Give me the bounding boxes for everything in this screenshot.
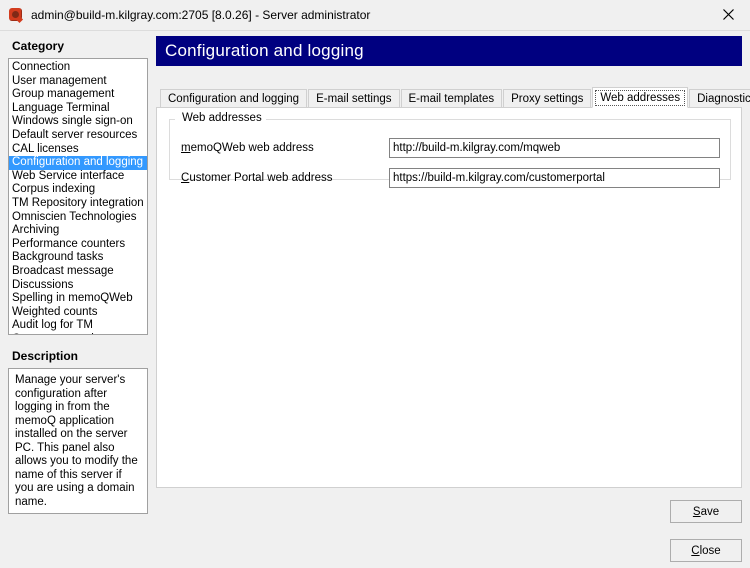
- customer-portal-address-row: Customer Portal web address: [181, 167, 720, 188]
- category-panel: Category ConnectionUser managementGroup …: [8, 39, 148, 514]
- description-text: Manage your server's configuration after…: [8, 368, 148, 514]
- window-body: Category ConnectionUser managementGroup …: [0, 31, 750, 568]
- tab-diagnostic-downloads[interactable]: Diagnostic downloads: [689, 89, 750, 108]
- close-button[interactable]: Close: [670, 539, 742, 562]
- category-list-item[interactable]: Background tasks: [9, 251, 147, 265]
- category-list-item[interactable]: Windows single sign-on: [9, 115, 147, 129]
- category-list-item[interactable]: Web Service interface: [9, 170, 147, 184]
- tab-e-mail-templates[interactable]: E-mail templates: [401, 89, 503, 108]
- category-list-item[interactable]: Group management: [9, 88, 147, 102]
- category-list-item[interactable]: Broadcast message: [9, 265, 147, 279]
- category-list-item[interactable]: Customer portal: [9, 333, 147, 335]
- category-list-item[interactable]: Audit log for TM: [9, 319, 147, 333]
- tab-bar[interactable]: Configuration and loggingE-mail settings…: [156, 87, 742, 108]
- category-list-item[interactable]: Connection: [9, 61, 147, 75]
- category-list-item[interactable]: Corpus indexing: [9, 183, 147, 197]
- memoqweb-address-input[interactable]: [389, 138, 720, 158]
- window-title: admin@build-m.kilgray.com:2705 [8.0.26] …: [31, 8, 370, 22]
- memoqweb-address-label: memoQWeb web address: [181, 142, 389, 154]
- description-caption: Description: [12, 349, 148, 363]
- groupbox-legend: Web addresses: [178, 112, 266, 124]
- category-list-item[interactable]: TM Repository integration: [9, 197, 147, 211]
- category-list-item[interactable]: Discussions: [9, 279, 147, 293]
- category-caption: Category: [12, 39, 148, 53]
- category-list-item[interactable]: User management: [9, 75, 147, 89]
- page-title: Configuration and logging: [156, 36, 742, 66]
- window-titlebar: admin@build-m.kilgray.com:2705 [8.0.26] …: [0, 0, 750, 31]
- memoq-server-icon: [8, 7, 24, 23]
- customer-portal-address-label: Customer Portal web address: [181, 172, 389, 184]
- tab-configuration-and-logging[interactable]: Configuration and logging: [160, 89, 307, 108]
- category-list-item[interactable]: Default server resources: [9, 129, 147, 143]
- category-list-item[interactable]: Language Terminal: [9, 102, 147, 116]
- content-panel: Configuration and logging Configuration …: [156, 31, 742, 488]
- category-list-item[interactable]: Omniscien Technologies: [9, 211, 147, 225]
- web-addresses-groupbox: Web addresses memoQWeb web address Custo…: [169, 119, 731, 180]
- category-listbox[interactable]: ConnectionUser managementGroup managemen…: [8, 58, 148, 335]
- close-icon[interactable]: [706, 0, 750, 29]
- tab-web-addresses[interactable]: Web addresses: [592, 87, 688, 108]
- memoqweb-address-row: memoQWeb web address: [181, 137, 720, 158]
- tab-page-web-addresses: Web addresses memoQWeb web address Custo…: [156, 107, 742, 488]
- category-list-item[interactable]: Spelling in memoQWeb: [9, 292, 147, 306]
- customer-portal-address-input[interactable]: [389, 168, 720, 188]
- category-list-item[interactable]: Configuration and logging: [9, 156, 147, 170]
- tab-proxy-settings[interactable]: Proxy settings: [503, 89, 591, 108]
- category-list-item[interactable]: CAL licenses: [9, 143, 147, 157]
- tab-e-mail-settings[interactable]: E-mail settings: [308, 89, 399, 108]
- category-list-item[interactable]: Performance counters: [9, 238, 147, 252]
- save-button[interactable]: Save: [670, 500, 742, 523]
- category-list-item[interactable]: Weighted counts: [9, 306, 147, 320]
- category-list-item[interactable]: Archiving: [9, 224, 147, 238]
